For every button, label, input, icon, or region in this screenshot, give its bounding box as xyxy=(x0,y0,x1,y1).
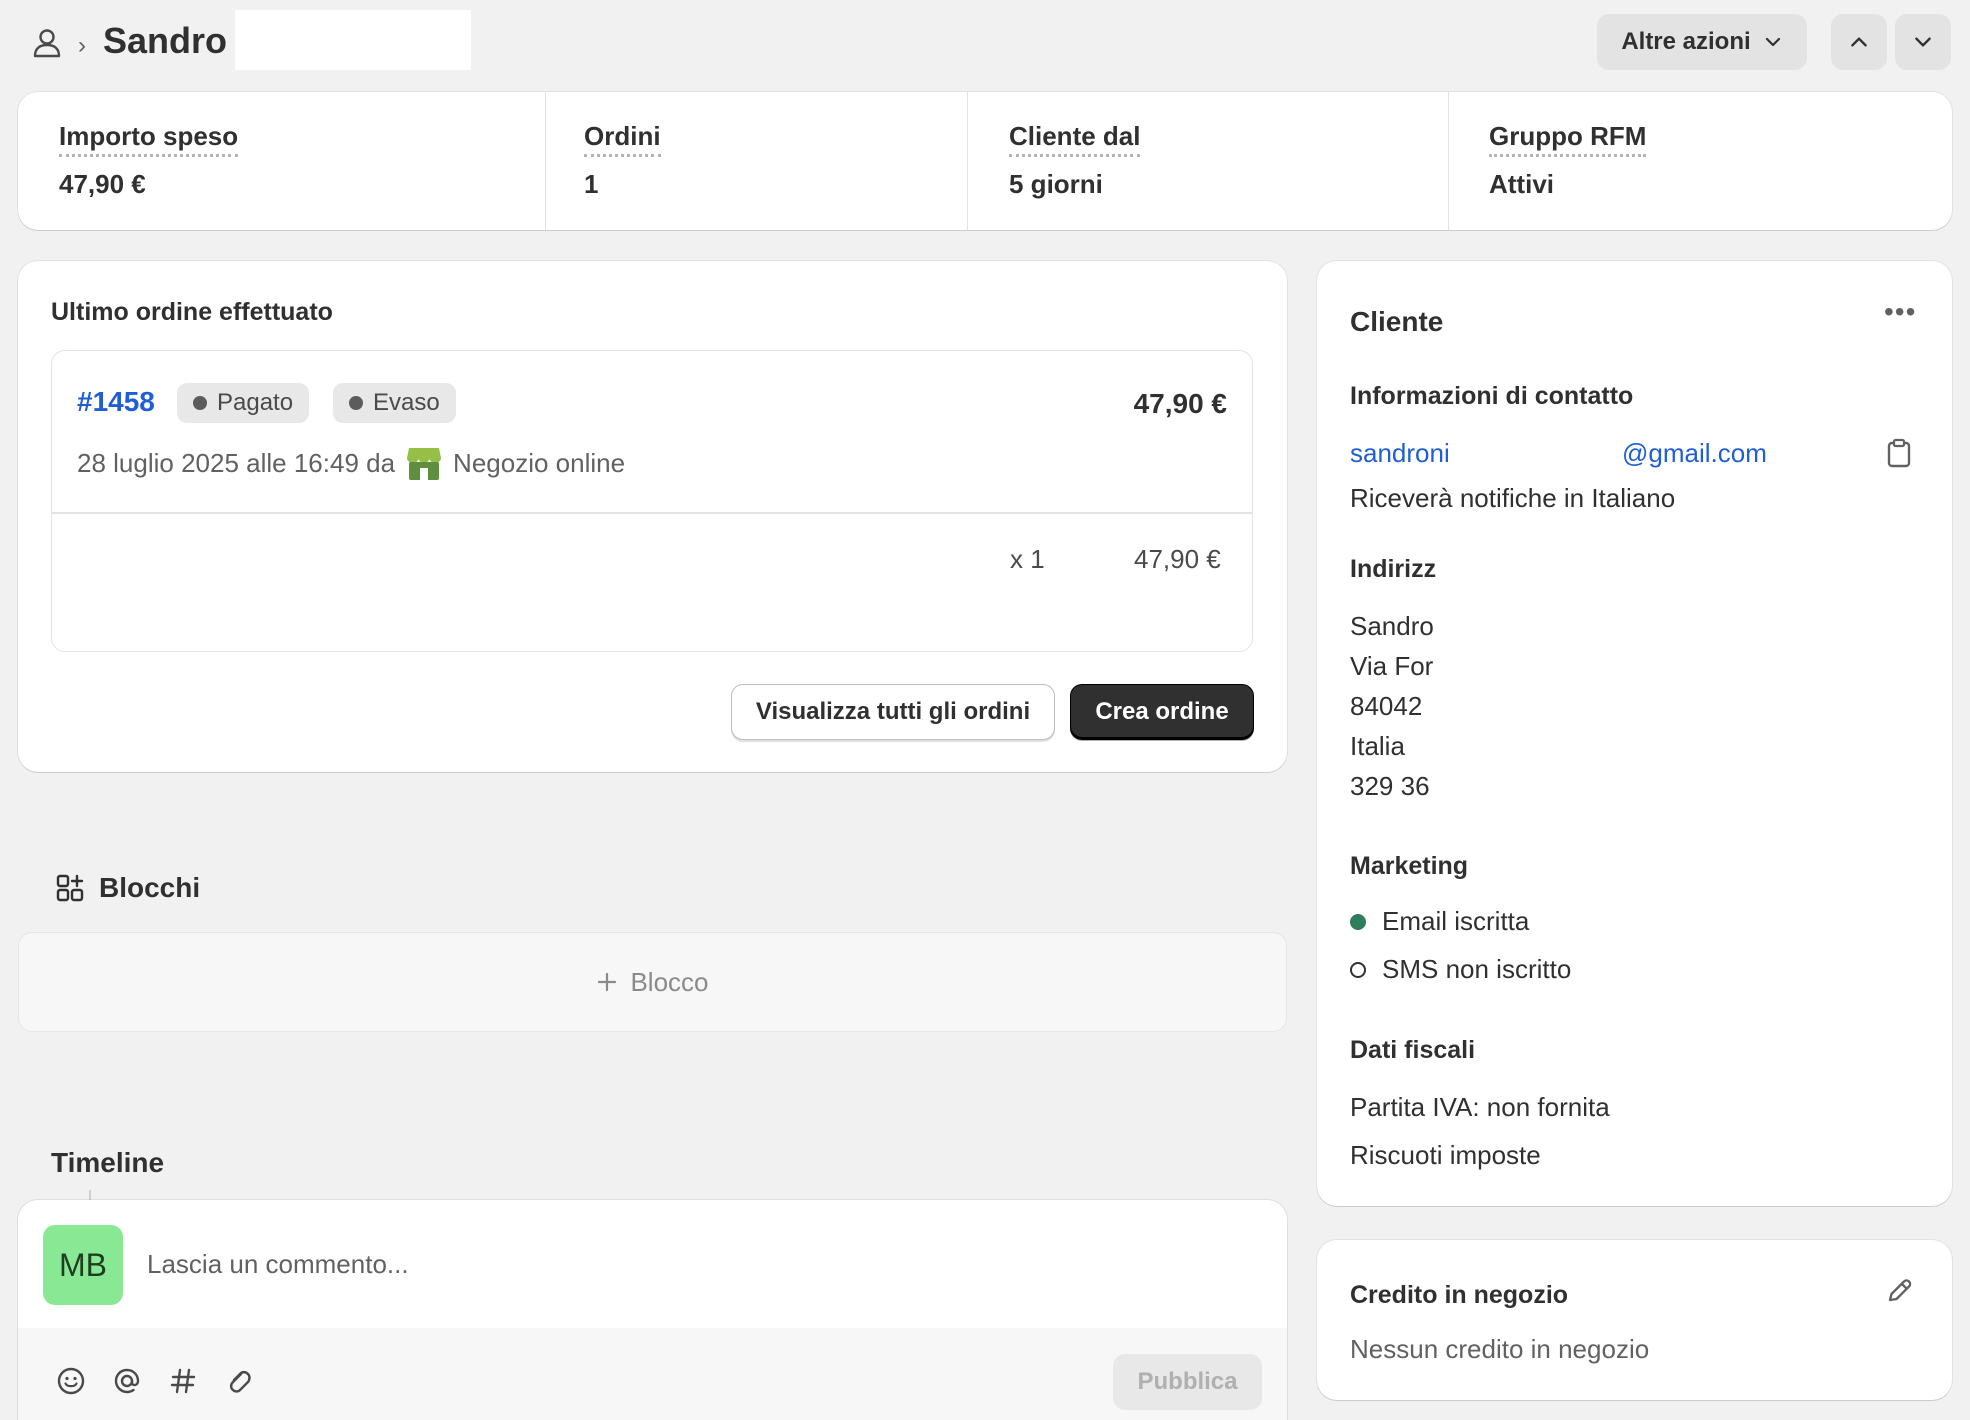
more-options-icon[interactable]: ••• xyxy=(1884,296,1916,328)
address-line: Via For xyxy=(1350,651,1434,681)
email-user: sandroni xyxy=(1350,438,1450,468)
unsubscribed-dot-icon xyxy=(1350,962,1366,978)
order-number-link[interactable]: #1458 xyxy=(77,386,155,418)
address-line: Italia xyxy=(1350,731,1405,761)
add-block-label: Blocco xyxy=(630,966,709,997)
metric-label[interactable]: Gruppo RFM xyxy=(1489,121,1647,157)
metric-orders: Ordini 1 xyxy=(546,92,966,230)
avatar: MB xyxy=(43,1225,123,1305)
blocks-title: Blocchi xyxy=(99,872,201,903)
hashtag-icon[interactable] xyxy=(168,1366,198,1396)
order-total: 47,90 € xyxy=(1133,388,1227,419)
copy-clipboard-icon[interactable] xyxy=(1886,438,1912,468)
mention-icon[interactable] xyxy=(112,1366,142,1396)
address-title: Indirizz xyxy=(1350,555,1437,583)
metric-label[interactable]: Importo speso xyxy=(59,121,239,157)
redacted-surname xyxy=(235,10,471,70)
chevron-down-icon xyxy=(1915,37,1931,47)
status-dot-icon xyxy=(349,396,363,410)
fulfillment-status-badge: Evaso xyxy=(333,383,456,423)
metric-customer-since: Cliente dal 5 giorni xyxy=(968,92,1448,230)
order-date-text: 28 luglio 2025 alle 16:49 da xyxy=(77,447,396,478)
metric-value: 5 giorni xyxy=(1009,169,1103,199)
email-marketing-status: Email iscritta xyxy=(1382,906,1530,936)
chevron-up-icon xyxy=(1851,37,1867,47)
create-order-button[interactable]: Crea ordine xyxy=(1070,684,1254,740)
badge-label: Evaso xyxy=(373,389,440,416)
comment-toolbar xyxy=(18,1328,1287,1420)
emoji-icon[interactable] xyxy=(56,1366,86,1396)
address-line: Sandro xyxy=(1350,611,1434,641)
marketing-title: Marketing xyxy=(1350,852,1469,880)
timeline-title: Timeline xyxy=(51,1147,165,1178)
sales-channel: Negozio online xyxy=(453,447,626,478)
status-dot-icon xyxy=(193,396,207,410)
tax-info-title: Dati fiscali xyxy=(1350,1036,1476,1064)
store-credit-card xyxy=(1317,1240,1952,1400)
next-customer-button[interactable] xyxy=(1895,14,1951,70)
address-line: 329 36 xyxy=(1350,771,1430,801)
badge-label: Pagato xyxy=(217,389,294,416)
metric-value: 47,90 € xyxy=(59,169,146,199)
metrics-bar: Importo speso 47,90 € Ordini 1 Cliente d… xyxy=(18,92,1952,230)
line-item-quantity: x 1 xyxy=(1010,544,1045,574)
payment-status-badge: Pagato xyxy=(177,383,310,423)
more-actions-label: Altre azioni xyxy=(1621,28,1751,55)
order-date-line: 28 luglio 2025 alle 16:49 da Negozio onl… xyxy=(77,444,625,482)
contact-info-title: Informazioni di contatto xyxy=(1350,382,1634,410)
store-credit-value: Nessun credito in negozio xyxy=(1350,1334,1650,1364)
subscribed-dot-icon xyxy=(1350,914,1366,930)
add-block-button[interactable]: Blocco xyxy=(18,932,1287,1032)
notification-language: Riceverà notifiche in Italiano xyxy=(1350,483,1676,513)
email-link[interactable]: sandroni xyxy=(1350,438,1450,469)
metric-label[interactable]: Ordini xyxy=(584,121,661,157)
edit-pencil-icon[interactable] xyxy=(1884,1276,1914,1306)
tax-collection: Riscuoti imposte xyxy=(1350,1140,1541,1170)
metric-value: Attivi xyxy=(1489,169,1554,199)
last-order-title: Ultimo ordine effettuato xyxy=(51,298,333,326)
more-actions-button[interactable]: Altre azioni xyxy=(1597,14,1807,70)
online-store-icon xyxy=(407,448,442,480)
comment-input[interactable]: Lascia un commento... xyxy=(147,1249,409,1280)
page-title: Sandro xyxy=(103,20,228,61)
vat-number: Partita IVA: non fornita xyxy=(1350,1092,1610,1122)
attachment-icon[interactable] xyxy=(224,1366,254,1396)
sms-marketing-status: SMS non iscritto xyxy=(1382,954,1572,984)
view-all-orders-button[interactable]: Visualizza tutti gli ordini xyxy=(731,684,1055,740)
metric-rfm-group: Gruppo RFM Attivi xyxy=(1449,92,1949,230)
divider xyxy=(52,512,1252,514)
breadcrumb-chevron-icon: › xyxy=(78,32,86,59)
customer-icon xyxy=(33,29,61,58)
customer-card-title: Cliente xyxy=(1350,306,1444,337)
previous-customer-button[interactable] xyxy=(1831,14,1887,70)
metric-amount-spent: Importo speso 47,90 € xyxy=(18,92,545,230)
metric-value: 1 xyxy=(584,169,599,199)
plus-icon xyxy=(598,972,617,992)
metric-label[interactable]: Cliente dal xyxy=(1009,121,1141,157)
address-line: 84042 xyxy=(1350,691,1423,721)
store-credit-title: Credito in negozio xyxy=(1350,1281,1569,1309)
chevron-down-icon xyxy=(1765,37,1780,47)
line-item-price: 47,90 € xyxy=(1134,544,1221,574)
email-domain[interactable]: @gmail.com xyxy=(1622,438,1767,469)
publish-button[interactable]: Pubblica xyxy=(1113,1354,1262,1410)
blocks-icon xyxy=(56,874,84,902)
